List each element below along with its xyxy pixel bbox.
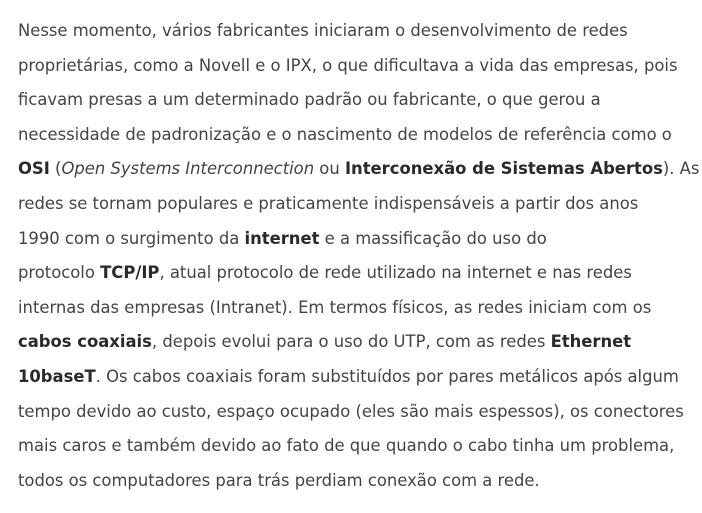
text-line: cabos coaxiais, depois evolui para o uso… <box>18 325 698 360</box>
text-line: mais caros e também devido ao fato de qu… <box>18 436 675 456</box>
osi-term: OSI <box>18 159 50 179</box>
text-fragment: . Os cabos coaxiais foram substituídos p… <box>95 366 679 386</box>
coaxial-cables-term: cabos coaxiais <box>18 332 152 352</box>
text-fragment: , atual protocolo de rede utilizado na i… <box>159 263 632 283</box>
text-fragment: ( <box>49 159 62 179</box>
text-fragment: , depois evolui para o uso do UTP, com a… <box>151 332 551 352</box>
text-line: todos os computadores para trás perdiam … <box>18 470 540 490</box>
text-line: redes se tornam populares e praticamente… <box>18 193 639 213</box>
text-line: OSI (Open Systems Interconnection ou Int… <box>18 152 700 187</box>
text-fragment: 1990 com o surgimento da <box>18 228 245 248</box>
ethernet-term: Ethernet <box>550 332 632 352</box>
tcpip-term: TCP/IP <box>100 263 160 283</box>
text-line: 1990 com o surgimento da internet e a ma… <box>18 222 698 257</box>
text-line: internas das empresas (Intranet). Em ter… <box>18 297 652 317</box>
text-line: Nesse momento, vários fabricantes inicia… <box>18 21 628 40</box>
osi-expansion: Open Systems Interconnection <box>61 159 315 179</box>
text-line: tempo devido ao custo, espaço ocupado (e… <box>18 401 684 421</box>
text-fragment: e a massificação do uso do <box>319 228 547 248</box>
text-line: necessidade de padronização e o nascimen… <box>18 124 672 144</box>
text-line: ficavam presas a um determinado padrão o… <box>18 90 601 110</box>
internet-term: internet <box>244 228 320 248</box>
text-line: protocolo TCP/IP, atual protocolo de red… <box>18 256 698 291</box>
text-fragment: protocolo <box>18 263 101 283</box>
10baset-term: 10baseT <box>18 366 96 386</box>
text-fragment: ). As <box>662 159 700 179</box>
text-line: 10baseT. Os cabos coaxiais foram substit… <box>18 360 698 395</box>
osi-portuguese-term: Interconexão de Sistemas Abertos <box>344 159 663 179</box>
article-paragraph: Nesse momento, vários fabricantes inicia… <box>18 14 700 498</box>
text-fragment: ou <box>314 159 345 179</box>
text-line: proprietárias, como a Novell e o IPX, o … <box>18 55 678 75</box>
